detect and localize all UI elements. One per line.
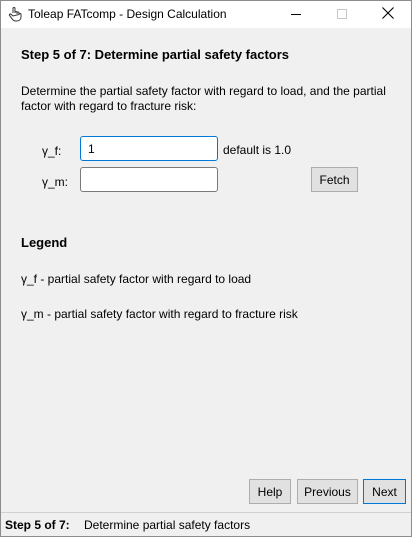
- previous-button[interactable]: Previous: [297, 479, 358, 504]
- minimize-icon: [291, 8, 301, 22]
- step-instructions: Determine the partial safety factor with…: [21, 84, 386, 113]
- maximize-button[interactable]: [319, 1, 365, 28]
- status-step: Step 5 of 7:: [5, 518, 70, 532]
- gamma-m-label: γ_m:: [42, 175, 69, 189]
- status-description: Determine partial safety factors: [84, 518, 251, 532]
- gamma-m-input[interactable]: [80, 167, 218, 192]
- close-icon: [382, 7, 394, 22]
- close-button[interactable]: [365, 1, 411, 28]
- window-title: Toleap FATcomp - Design Calculation: [28, 7, 227, 21]
- title-bar[interactable]: Toleap FATcomp - Design Calculation: [1, 1, 411, 28]
- wizard-page: Step 5 of 7: Determine partial safety fa…: [1, 28, 411, 512]
- gamma-f-label: γ_f:: [42, 144, 62, 158]
- status-bar: Step 5 of 7: Determine partial safety fa…: [1, 512, 411, 536]
- maximize-icon: [337, 8, 347, 22]
- fetch-button[interactable]: Fetch: [311, 167, 358, 192]
- next-button[interactable]: Next: [363, 479, 406, 504]
- legend-item-gamma-m: γ_m - partial safety factor with regard …: [21, 307, 298, 321]
- legend-heading: Legend: [21, 235, 68, 250]
- hand-pointer-icon: [7, 6, 23, 22]
- application-window: Toleap FATcomp - Design Calculation Step…: [0, 0, 412, 537]
- legend-item-gamma-f: γ_f - partial safety factor with regard …: [21, 272, 252, 286]
- minimize-button[interactable]: [273, 1, 319, 28]
- gamma-f-input[interactable]: [80, 136, 218, 161]
- help-button[interactable]: Help: [249, 479, 291, 504]
- step-heading: Step 5 of 7: Determine partial safety fa…: [21, 47, 290, 62]
- gamma-f-default-hint: default is 1.0: [223, 143, 292, 157]
